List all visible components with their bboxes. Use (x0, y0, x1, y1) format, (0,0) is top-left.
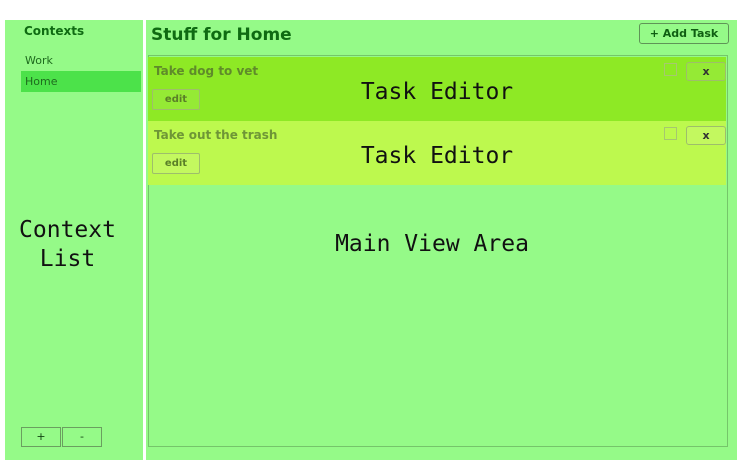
task-editor: Take out the trash Task Editor x edit (148, 121, 726, 185)
add-task-button[interactable]: + Add Task (639, 23, 729, 44)
delete-task-button[interactable]: x (686, 126, 726, 145)
task-editor-label: Task Editor (360, 79, 514, 105)
edit-task-button[interactable]: edit (152, 89, 200, 110)
task-editor: Take dog to vet Task Editor x edit (148, 57, 726, 121)
task-complete-checkbox[interactable] (664, 63, 677, 76)
context-item-work[interactable]: Work (21, 50, 141, 71)
task-complete-checkbox[interactable] (664, 127, 677, 140)
context-list: Work Home (21, 50, 141, 92)
delete-task-button[interactable]: x (686, 62, 726, 81)
context-sidebar: Contexts Work Home Context List + - (5, 20, 143, 460)
task-title: Take out the trash (154, 128, 278, 142)
edit-task-button[interactable]: edit (152, 153, 200, 174)
main-panel: Stuff for Home + Add Task Main View Area… (146, 20, 737, 460)
task-title: Take dog to vet (154, 64, 259, 78)
add-context-button[interactable]: + (21, 427, 61, 447)
main-view-label: Main View Area (335, 231, 529, 257)
context-buttons: + - (21, 427, 102, 447)
task-editor-label: Task Editor (360, 143, 514, 169)
contexts-heading: Contexts (24, 24, 85, 38)
context-item-home[interactable]: Home (21, 71, 141, 92)
remove-context-button[interactable]: - (62, 427, 102, 447)
context-list-label: Context List (19, 217, 116, 272)
page-title: Stuff for Home (151, 25, 292, 45)
